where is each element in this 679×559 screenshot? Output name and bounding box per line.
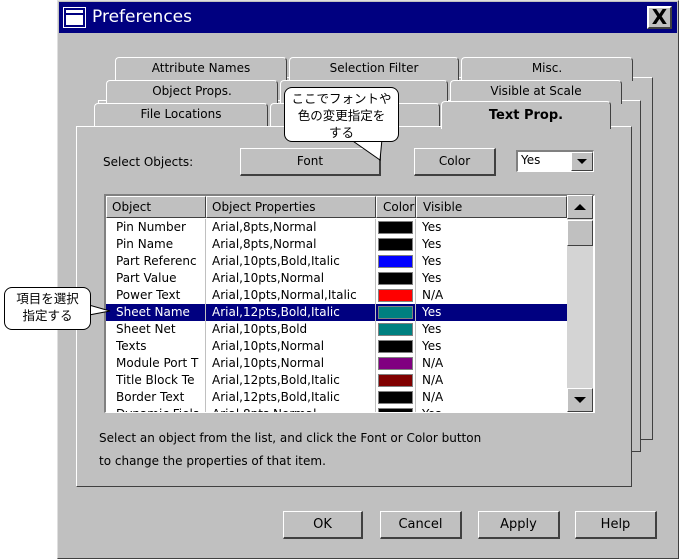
callout-select-item-line: 項目を選択 — [16, 291, 79, 306]
callout-select-item: 項目を選択 指定する — [4, 287, 91, 330]
apply-button[interactable]: Apply — [478, 511, 560, 539]
help-button[interactable]: Help — [575, 511, 657, 539]
callout-font-color-line: する — [328, 125, 354, 140]
ok-button[interactable]: OK — [283, 511, 363, 539]
callout-font-color-line: ここでフォントや — [291, 91, 392, 106]
callout-pointers — [88, 138, 383, 316]
callout-select-item-line: 指定する — [22, 308, 73, 323]
callout-font-color: ここでフォントや 色の変更指定を する — [284, 87, 399, 142]
cancel-button[interactable]: Cancel — [380, 511, 462, 539]
callout-font-color-line: 色の変更指定を — [297, 108, 386, 123]
